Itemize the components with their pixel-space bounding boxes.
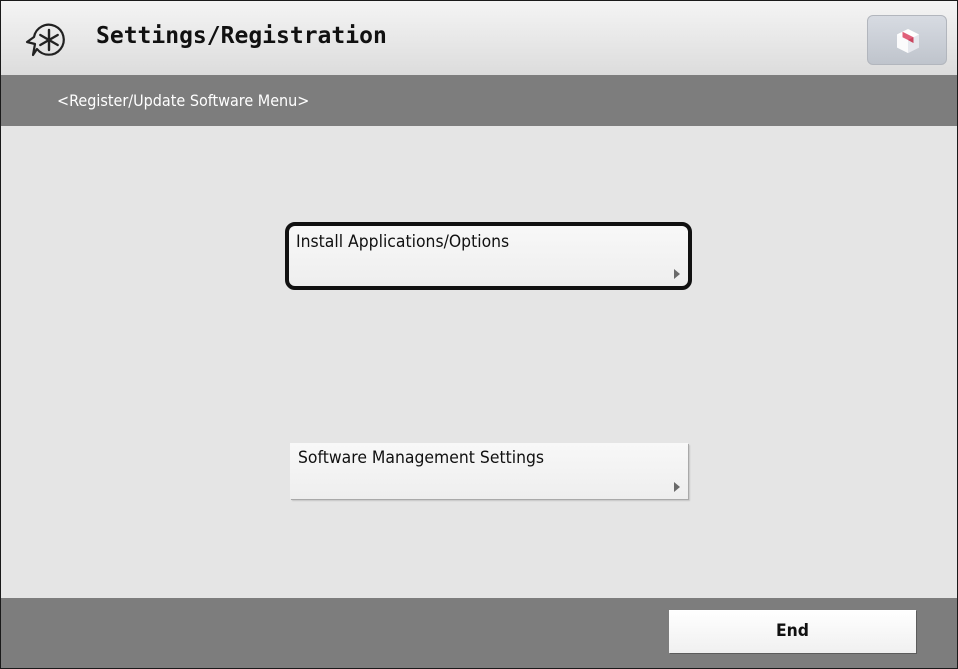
- box-icon: [897, 29, 919, 53]
- chevron-right-icon: [674, 269, 680, 279]
- button-label: Install Applications/Options: [296, 232, 510, 252]
- screen-frame: Settings/Registration <Register/Update S…: [0, 0, 958, 669]
- settings-asterisk-icon: [23, 20, 69, 60]
- menu-heading: <Register/Update Software Menu>: [57, 91, 310, 110]
- page-title: Settings/Registration: [96, 23, 387, 49]
- footer-bar: End: [1, 598, 957, 668]
- software-management-settings-button[interactable]: Software Management Settings: [290, 443, 688, 499]
- sub-header: <Register/Update Software Menu>: [1, 75, 957, 126]
- box-status-button[interactable]: [867, 15, 947, 65]
- chevron-right-icon: [674, 482, 680, 492]
- end-button[interactable]: End: [669, 610, 916, 653]
- end-button-label: End: [775, 621, 810, 641]
- title-bar: Settings/Registration: [1, 1, 957, 75]
- install-applications-options-button[interactable]: Install Applications/Options: [285, 222, 692, 290]
- button-label: Software Management Settings: [298, 448, 545, 468]
